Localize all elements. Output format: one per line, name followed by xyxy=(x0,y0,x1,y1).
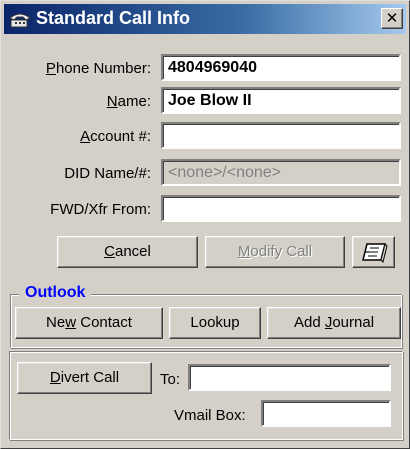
divert-to-label: To: xyxy=(160,371,181,388)
account-field[interactable] xyxy=(161,122,401,149)
notes-button[interactable] xyxy=(352,236,395,268)
lookup-button[interactable]: Lookup xyxy=(169,307,261,339)
title-bar[interactable]: Standard Call Info ✕ xyxy=(4,4,406,34)
window-title: Standard Call Info xyxy=(36,8,191,28)
new-contact-button[interactable]: New Contact xyxy=(15,307,163,339)
vmail-box-label: Vmail Box: xyxy=(174,407,246,424)
close-button[interactable]: ✕ xyxy=(381,8,403,29)
call-info-window: Standard Call Info ✕ Phone Number: 48049… xyxy=(0,0,410,449)
cancel-button[interactable]: Cancel xyxy=(57,236,198,268)
name-label: Name: xyxy=(106,93,151,110)
phone-number-field[interactable]: 4804969040 xyxy=(161,54,401,81)
fwd-field[interactable] xyxy=(161,195,401,222)
modify-call-button: Modify Call xyxy=(205,236,345,268)
divert-call-button[interactable]: Divert Call xyxy=(17,362,152,394)
divert-to-field[interactable] xyxy=(188,364,391,391)
close-icon: ✕ xyxy=(385,9,399,27)
phone-number-label: Phone Number: xyxy=(45,60,151,77)
did-label: DID Name/#: xyxy=(64,165,151,182)
phone-icon xyxy=(9,13,31,28)
notepad-icon xyxy=(361,243,388,263)
did-field: <none>/<none> xyxy=(161,159,401,186)
outlook-group-title: Outlook xyxy=(19,283,92,303)
vmail-box-field[interactable] xyxy=(261,400,391,427)
name-field[interactable]: Joe Blow II xyxy=(161,87,401,114)
account-label: Account #: xyxy=(80,128,151,145)
fwd-label: FWD/Xfr From: xyxy=(50,201,151,218)
add-journal-button[interactable]: Add Journal xyxy=(267,307,401,339)
